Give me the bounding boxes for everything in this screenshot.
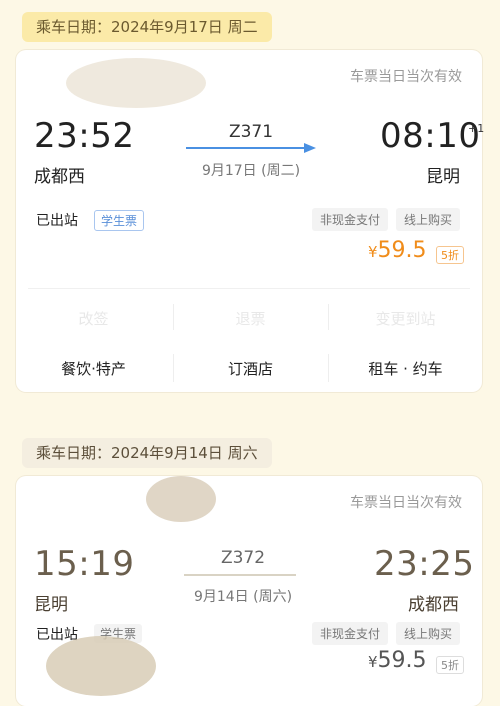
- day-offset: +1: [468, 122, 485, 135]
- travel-date: 9月14日 (周六): [193, 589, 293, 605]
- student-badge: 学生票: [94, 210, 145, 231]
- validity-note: 车票当日当次有效: [350, 69, 462, 85]
- smudge-redaction: [146, 476, 216, 522]
- price-value: 59.5: [377, 238, 427, 263]
- status-text: 已出站: [36, 213, 78, 229]
- divider: [28, 288, 470, 289]
- depart-station: 昆明: [34, 595, 68, 615]
- depart-time: 23:52: [34, 116, 135, 156]
- smudge-redaction: [46, 636, 156, 696]
- train-number[interactable]: Z372: [168, 548, 318, 568]
- ticket-card-2[interactable]: 车票当日当次有效 15:19 昆明 Z372 9月14日 (周六) 23:25 …: [16, 476, 482, 706]
- arrive-station: 成都西: [408, 595, 459, 615]
- tag-online: 线上购买: [396, 208, 461, 231]
- arrow-line: [184, 574, 296, 576]
- tag-cashless: 非现金支付: [312, 208, 389, 231]
- arrow-head-icon: [304, 143, 316, 153]
- tag-cashless: 非现金支付: [312, 622, 389, 645]
- refund-button[interactable]: 退票: [173, 308, 328, 329]
- travel-date: 9月17日 (周二): [201, 163, 301, 179]
- discount-badge: 5折: [436, 246, 464, 264]
- discount-badge: 5折: [436, 656, 464, 674]
- arrow-line: [186, 147, 306, 149]
- price: ¥59.5: [368, 238, 427, 263]
- train-number[interactable]: Z371: [176, 122, 326, 142]
- car-rental-button[interactable]: 租车 · 约车: [328, 358, 483, 379]
- depart-time: 15:19: [34, 544, 135, 584]
- price: ¥59.5: [368, 648, 427, 673]
- depart-station: 成都西: [34, 167, 85, 187]
- arrive-station: 昆明: [426, 167, 460, 187]
- date-label: 乘车日期：2024年9月17日 周二: [36, 18, 258, 36]
- price-symbol: ¥: [368, 243, 378, 261]
- smudge-redaction: [66, 58, 206, 108]
- price-value: 59.5: [377, 648, 427, 673]
- change-ticket-button[interactable]: 改签: [16, 308, 171, 329]
- validity-note: 车票当日当次有效: [350, 495, 462, 511]
- date-label: 乘车日期：2024年9月14日 周六: [36, 444, 258, 462]
- date-pill-trip-2: 乘车日期：2024年9月14日 周六: [22, 438, 272, 468]
- food-specialty-button[interactable]: 餐饮·特产: [16, 358, 171, 379]
- price-symbol: ¥: [368, 653, 378, 671]
- arrive-time: 08:10: [380, 116, 481, 156]
- book-hotel-button[interactable]: 订酒店: [173, 358, 328, 379]
- ticket-card-1[interactable]: 车票当日当次有效 23:52 成都西 Z371 9月17日 (周二) 08:10…: [16, 50, 485, 392]
- tag-online: 线上购买: [396, 622, 461, 645]
- date-pill-trip-1: 乘车日期：2024年9月17日 周二: [22, 12, 272, 42]
- change-destination-button[interactable]: 变更到站: [328, 308, 483, 329]
- arrive-time: 23:25: [374, 544, 475, 584]
